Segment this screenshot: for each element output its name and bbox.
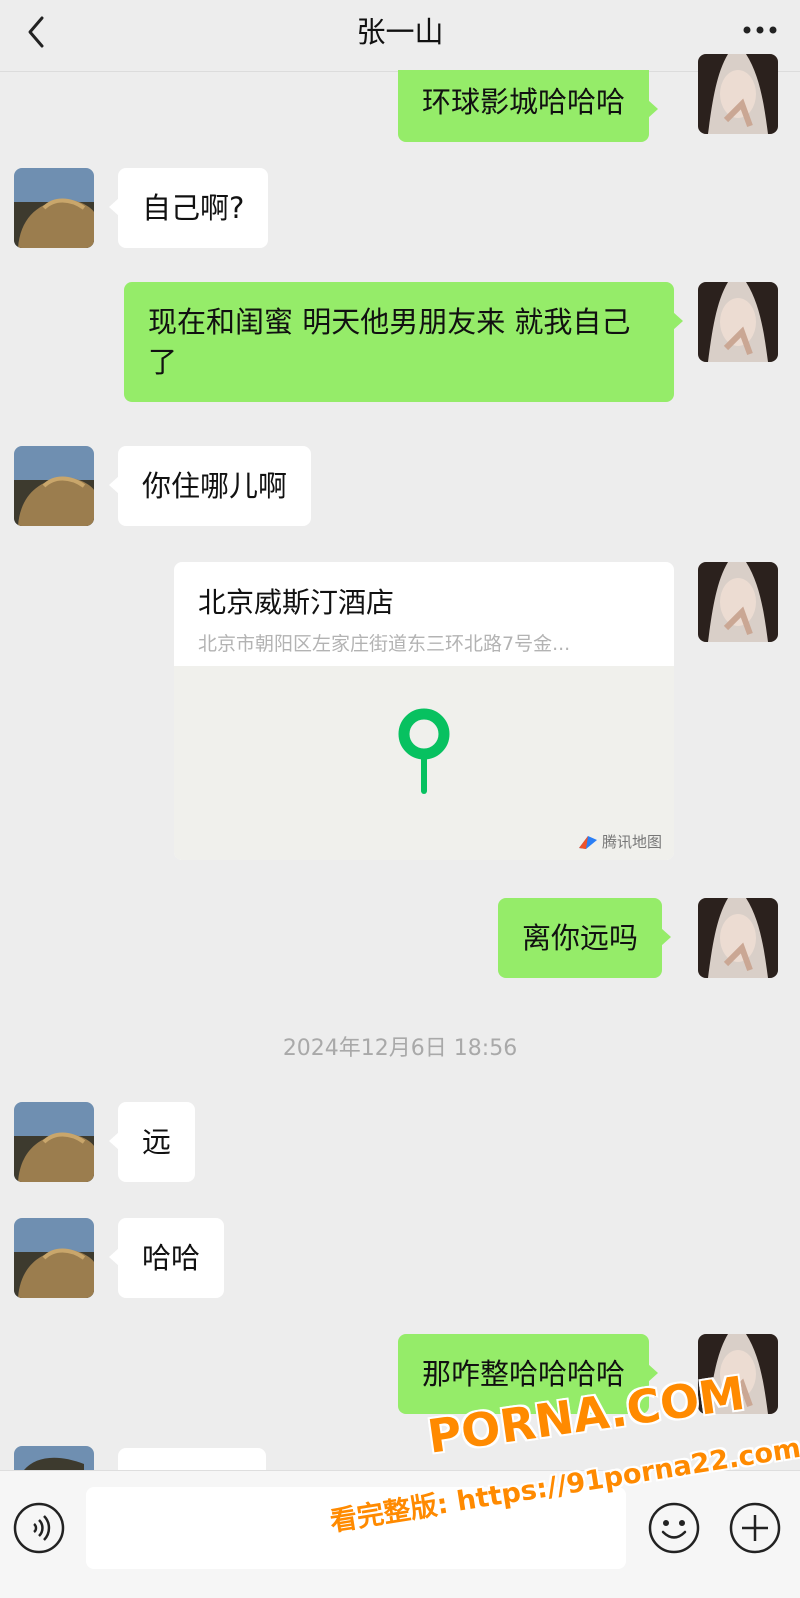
location-map[interactable]: 腾讯地图: [174, 666, 674, 860]
tencent-map-icon: [578, 835, 597, 849]
map-brand-label: 腾讯地图: [601, 833, 662, 851]
self-avatar[interactable]: [698, 282, 778, 362]
ellipsis-icon[interactable]: [742, 24, 778, 36]
location-address: 北京市朝阳区左家庄街道东三环北路7号金...: [198, 633, 571, 655]
incoming-message[interactable]: 自己啊?: [108, 168, 269, 248]
contact-avatar-partial: [14, 1446, 94, 1470]
location-card[interactable]: 北京威斯汀酒店 北京市朝阳区左家庄街道东三环北路7号金... 腾讯地图: [174, 562, 674, 860]
incoming-message[interactable]: 你住哪儿啊: [108, 446, 312, 526]
location-name: 北京威斯汀酒店: [198, 586, 395, 619]
map-pin-icon: [398, 708, 450, 794]
map-brand: 腾讯地图: [578, 831, 662, 852]
contact-avatar[interactable]: [14, 168, 94, 248]
contact-avatar[interactable]: [14, 1218, 94, 1298]
chat-title: 张一山: [356, 15, 444, 49]
chat-header: 张一山: [0, 0, 800, 72]
incoming-message[interactable]: 远: [108, 1102, 196, 1182]
emoji-icon[interactable]: [647, 1501, 701, 1555]
outgoing-message[interactable]: 环球影城哈哈哈: [398, 70, 659, 142]
self-avatar[interactable]: [698, 54, 778, 134]
voice-icon[interactable]: [12, 1501, 66, 1555]
outgoing-message[interactable]: 现在和闺蜜 明天他男朋友来 就我自己了: [124, 282, 683, 402]
message-timestamp: 2024年12月6日 18:56: [282, 1036, 518, 1061]
self-avatar[interactable]: [698, 562, 778, 642]
incoming-message-partial: [118, 1448, 266, 1470]
self-avatar[interactable]: [698, 898, 778, 978]
incoming-message[interactable]: 哈哈: [108, 1218, 225, 1298]
contact-avatar[interactable]: [14, 446, 94, 526]
plus-icon[interactable]: [728, 1501, 782, 1555]
contact-avatar[interactable]: [14, 1102, 94, 1182]
outgoing-message[interactable]: 离你远吗: [498, 898, 672, 978]
